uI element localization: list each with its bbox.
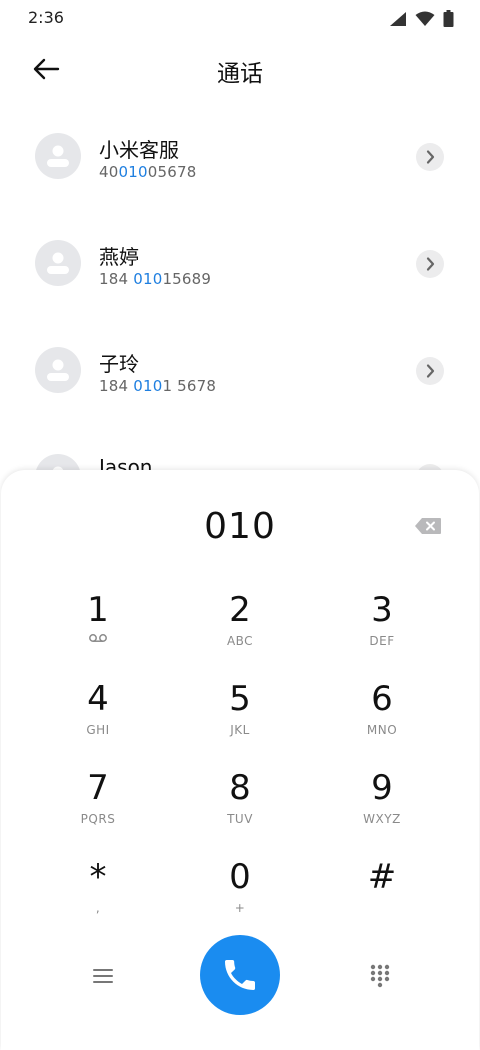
key-6[interactable]: 6 MNO: [322, 679, 442, 759]
person-icon: [47, 145, 69, 167]
chevron-right-icon: [426, 257, 435, 271]
key-letters: GHI: [86, 723, 110, 737]
match-highlight: 010: [133, 270, 163, 288]
phone-icon: [225, 960, 255, 990]
call-button[interactable]: [200, 935, 280, 1015]
contact-detail-button[interactable]: [416, 250, 444, 278]
contact-detail-button[interactable]: [416, 357, 444, 385]
avatar: [35, 133, 81, 179]
app-bar: 通话: [0, 44, 480, 94]
status-icons: [389, 10, 454, 27]
key-letters: ABC: [226, 634, 254, 648]
chevron-right-icon: [426, 364, 435, 378]
key-digit: 4: [87, 679, 109, 719]
contact-number: 184 0101 5678: [99, 377, 217, 395]
key-digit: 7: [87, 768, 109, 808]
key-digit: 0: [229, 857, 251, 897]
contact-row[interactable]: 子玲 184 0101 5678: [0, 319, 480, 426]
dialpad-toggle-button[interactable]: [366, 962, 394, 990]
key-digit: 3: [371, 590, 393, 630]
person-icon: [47, 252, 69, 274]
key-digit: *: [89, 857, 107, 897]
dialed-number-field[interactable]: 010: [1, 506, 479, 547]
key-letters: ,: [95, 901, 101, 915]
key-letters: TUV: [227, 812, 253, 826]
avatar: [35, 240, 81, 286]
contact-row[interactable]: 燕婷 184 01015689: [0, 212, 480, 319]
key-1[interactable]: 1: [38, 590, 158, 670]
key-letters: PQRS: [80, 812, 116, 826]
chevron-right-icon: [426, 150, 435, 164]
match-highlight: 010: [118, 163, 148, 181]
backspace-button[interactable]: [414, 516, 442, 536]
key-letters: JKL: [230, 723, 250, 737]
signal-icon: [390, 11, 406, 26]
voicemail-icon: [89, 634, 107, 642]
key-0[interactable]: 0 +: [180, 857, 300, 937]
status-time: 2:36: [28, 8, 64, 27]
contact-number: 184 01015689: [99, 270, 212, 288]
contact-name: 燕婷: [99, 245, 139, 269]
key-letters: DEF: [369, 634, 395, 648]
wifi-icon: [415, 11, 435, 26]
status-bar: 2:36: [0, 0, 480, 40]
key-8[interactable]: 8 TUV: [180, 768, 300, 848]
key-3[interactable]: 3 DEF: [322, 590, 442, 670]
key-digit: 9: [371, 768, 393, 808]
key-digit: #: [367, 857, 397, 897]
key-digit: 6: [371, 679, 393, 719]
avatar: [35, 347, 81, 393]
key-5[interactable]: 5 JKL: [180, 679, 300, 759]
key-2[interactable]: 2 ABC: [180, 590, 300, 670]
key-digit: 1: [87, 590, 109, 630]
key-7[interactable]: 7 PQRS: [38, 768, 158, 848]
menu-icon: [93, 969, 113, 983]
key-digit: 5: [229, 679, 251, 719]
match-highlight: 010: [133, 377, 163, 395]
contact-detail-button[interactable]: [416, 143, 444, 171]
contact-row[interactable]: 小米客服 4001005678: [0, 105, 480, 212]
key-digit: 8: [229, 768, 251, 808]
battery-icon: [443, 10, 454, 27]
contact-number: 4001005678: [99, 163, 197, 181]
key-4[interactable]: 4 GHI: [38, 679, 158, 759]
menu-button[interactable]: [89, 962, 117, 990]
person-icon: [47, 359, 69, 381]
contact-name: 子玲: [99, 352, 139, 376]
dialpad-icon: [370, 964, 390, 988]
contact-list: 小米客服 4001005678 燕婷 184 01015689 子玲 184 0…: [0, 105, 480, 533]
dialpad-sheet: 010 1 2 ABC 3 DEF 4 GHI 5 JKL 6 MNO 7 PQ…: [1, 470, 479, 1050]
key-letters: MNO: [366, 723, 398, 737]
backspace-icon: [415, 518, 441, 534]
key-letters: +: [234, 901, 246, 915]
page-title: 通话: [217, 61, 263, 87]
key-star[interactable]: * ,: [38, 857, 158, 937]
key-9[interactable]: 9 WXYZ: [322, 768, 442, 848]
key-digit: 2: [229, 590, 251, 630]
contact-name: 小米客服: [99, 138, 179, 162]
key-hash[interactable]: #: [322, 857, 442, 937]
key-letters: WXYZ: [363, 812, 401, 826]
